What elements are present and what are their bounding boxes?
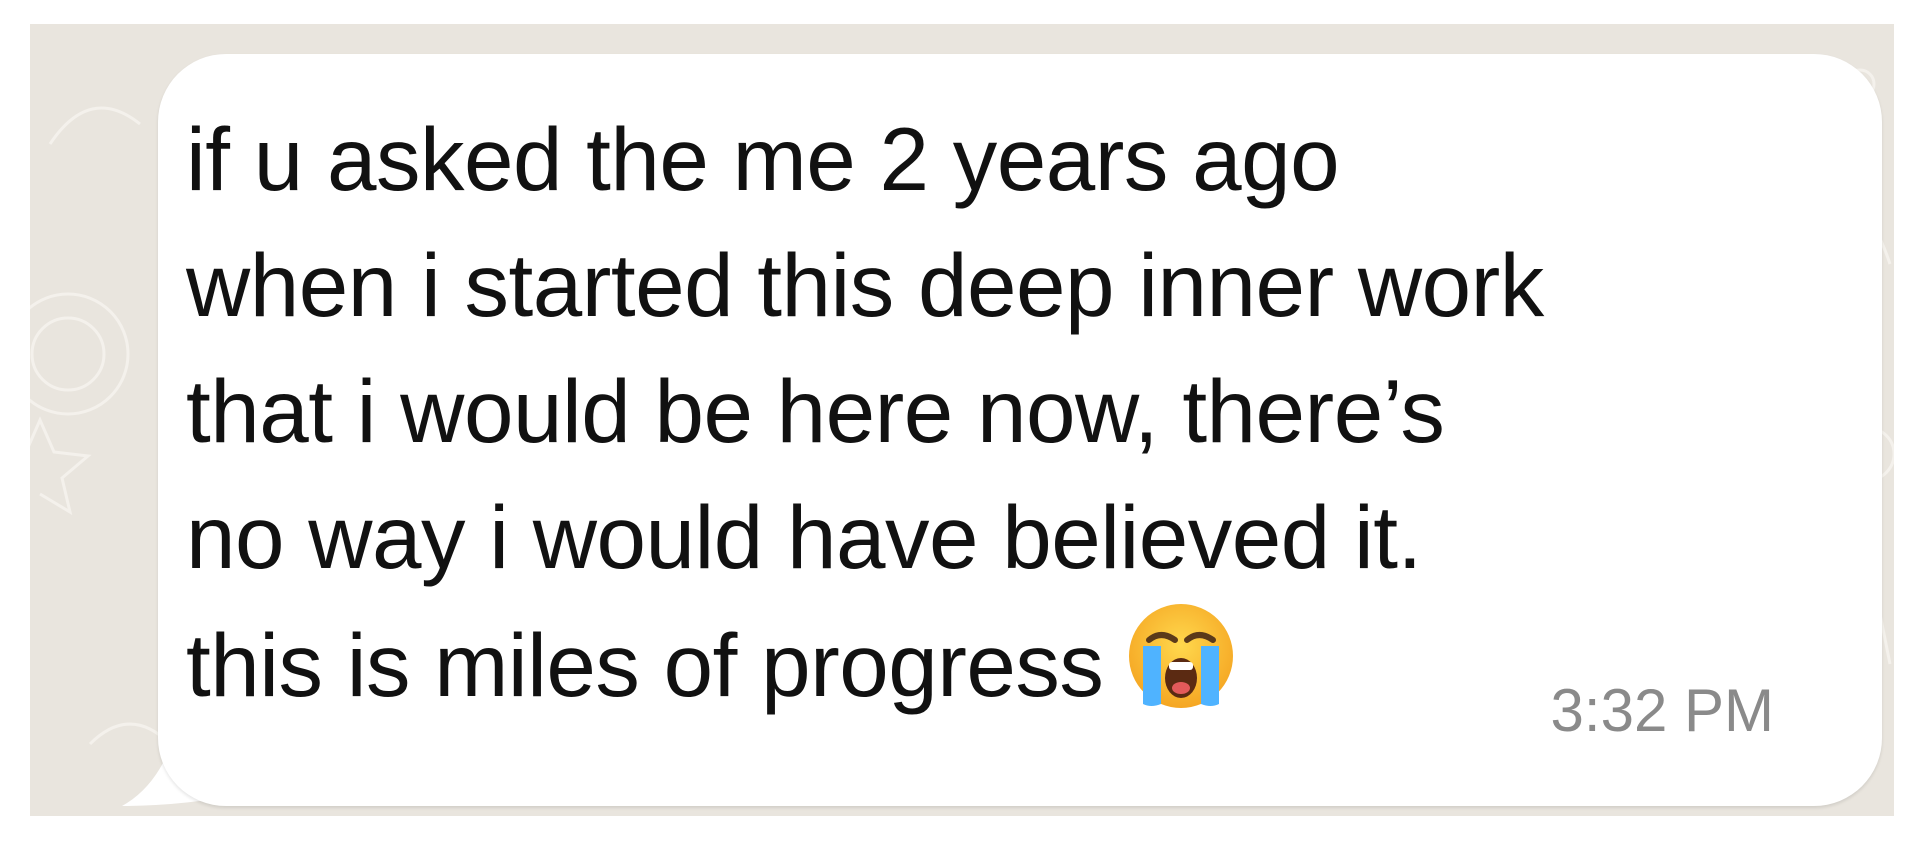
message-line: no way i would have believed it. [186, 487, 1422, 587]
message-line: when i started this deep inner work [186, 235, 1544, 335]
loudly-crying-face-icon [1129, 604, 1234, 708]
message-text: if u asked the me 2 years ago when i sta… [186, 96, 1786, 728]
screenshot-frame: if u asked the me 2 years ago when i sta… [0, 0, 1924, 848]
message-line: if u asked the me 2 years ago [186, 109, 1340, 209]
message-timestamp: 3:32 PM [1550, 677, 1774, 744]
message-line: this is miles of progress [186, 615, 1104, 715]
message-line: that i would be here now, there’s [186, 361, 1445, 461]
